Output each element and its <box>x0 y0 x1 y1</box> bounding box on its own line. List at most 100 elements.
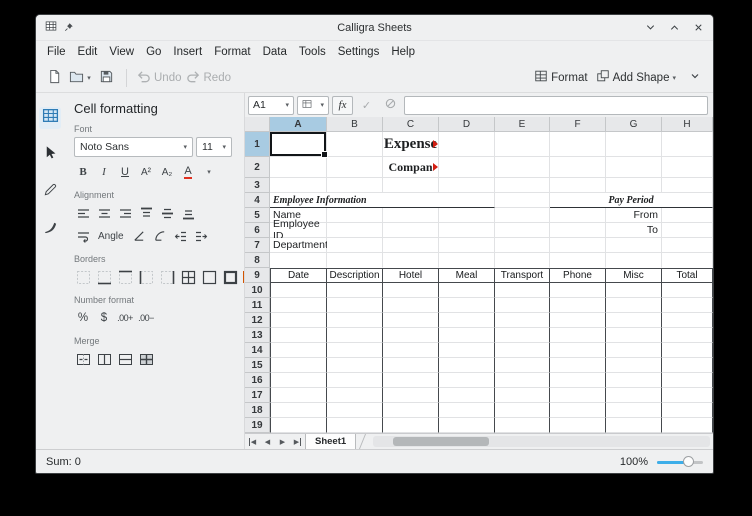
cell-D3[interactable] <box>439 178 495 193</box>
column-header-H[interactable]: H <box>662 117 713 132</box>
cell-C9[interactable]: Hotel <box>383 268 439 283</box>
cell-E4[interactable] <box>495 193 550 208</box>
cell-D17[interactable] <box>439 388 495 403</box>
unmerge-cells-button[interactable] <box>137 349 155 369</box>
menu-help[interactable]: Help <box>385 43 421 61</box>
cell-G17[interactable] <box>606 388 662 403</box>
cell-E17[interactable] <box>495 388 550 403</box>
cell-C18[interactable] <box>383 403 439 418</box>
cell-H1[interactable] <box>662 132 713 157</box>
menu-view[interactable]: View <box>103 43 140 61</box>
cell-A17[interactable] <box>270 388 327 403</box>
cell-B5[interactable] <box>327 208 383 223</box>
cell-C11[interactable] <box>383 298 439 313</box>
cell-F15[interactable] <box>550 358 606 373</box>
cell-B6[interactable] <box>327 223 383 238</box>
cell-D19[interactable] <box>439 418 495 433</box>
cell-H12[interactable] <box>662 313 713 328</box>
first-sheet-button[interactable]: ◀ <box>245 434 260 449</box>
cell-B3[interactable] <box>327 178 383 193</box>
cell-B8[interactable] <box>327 253 383 268</box>
row-header-3[interactable]: 3 <box>245 178 270 193</box>
row-header-9[interactable]: 9 <box>245 268 270 283</box>
cell-B18[interactable] <box>327 403 383 418</box>
cell-F7[interactable] <box>550 238 606 253</box>
merge-vertical-button[interactable] <box>116 349 134 369</box>
cell-F14[interactable] <box>550 343 606 358</box>
percent-format-button[interactable]: % <box>74 308 92 328</box>
cell-D11[interactable] <box>439 298 495 313</box>
cell-H6[interactable] <box>662 223 713 238</box>
cell-D18[interactable] <box>439 403 495 418</box>
cell-G19[interactable] <box>606 418 662 433</box>
cell-B7[interactable] <box>327 238 383 253</box>
merge-cells-button[interactable] <box>74 349 92 369</box>
cell-F12[interactable] <box>550 313 606 328</box>
cell-D9[interactable]: Meal <box>439 268 495 283</box>
align-top-button[interactable] <box>137 203 155 223</box>
merge-horizontal-button[interactable] <box>95 349 113 369</box>
previous-sheet-button[interactable]: ◀ <box>260 434 275 449</box>
cell-H2[interactable] <box>662 157 713 178</box>
cell-C2[interactable]: Compan <box>383 157 439 178</box>
row-header-18[interactable]: 18 <box>245 403 270 418</box>
cell-G3[interactable] <box>606 178 662 193</box>
open-document-button[interactable]: ▾ <box>69 66 91 90</box>
cell-E19[interactable] <box>495 418 550 433</box>
align-middle-button[interactable] <box>158 203 176 223</box>
cell-G5[interactable]: From <box>606 208 662 223</box>
pin-icon[interactable] <box>64 19 74 37</box>
cell-E3[interactable] <box>495 178 550 193</box>
italic-button[interactable]: I <box>95 162 113 182</box>
row-header-12[interactable]: 12 <box>245 313 270 328</box>
cell-A2[interactable] <box>270 157 327 178</box>
menu-go[interactable]: Go <box>140 43 167 61</box>
bold-button[interactable]: B <box>74 162 92 182</box>
cell-B17[interactable] <box>327 388 383 403</box>
cell-A6[interactable]: Employee ID <box>270 223 327 238</box>
selection-tool-button[interactable] <box>39 144 61 166</box>
cell-E6[interactable] <box>495 223 550 238</box>
cell-D6[interactable] <box>439 223 495 238</box>
cell-H11[interactable] <box>662 298 713 313</box>
cell-E2[interactable] <box>495 157 550 178</box>
cell-F6[interactable] <box>550 223 606 238</box>
border-thick-outline-button[interactable] <box>221 267 239 287</box>
cell-F4[interactable]: Pay Period <box>550 193 713 208</box>
cell-C17[interactable] <box>383 388 439 403</box>
column-header-D[interactable]: D <box>439 117 495 132</box>
cell-B16[interactable] <box>327 373 383 388</box>
cell-B13[interactable] <box>327 328 383 343</box>
cell-E12[interactable] <box>495 313 550 328</box>
cell-F11[interactable] <box>550 298 606 313</box>
cell-G1[interactable] <box>606 132 662 157</box>
cell-H8[interactable] <box>662 253 713 268</box>
next-sheet-button[interactable]: ▶ <box>275 434 290 449</box>
cell-E10[interactable] <box>495 283 550 298</box>
decrease-precision-button[interactable]: .00− <box>137 308 155 328</box>
menu-insert[interactable]: Insert <box>167 43 208 61</box>
cell-G7[interactable] <box>606 238 662 253</box>
new-document-button[interactable] <box>43 66 65 90</box>
named-ranges-select[interactable]: ▾ <box>297 96 329 115</box>
cell-F16[interactable] <box>550 373 606 388</box>
cell-D8[interactable] <box>439 253 495 268</box>
cell-E13[interactable] <box>495 328 550 343</box>
cell-F17[interactable] <box>550 388 606 403</box>
menu-format[interactable]: Format <box>208 43 256 61</box>
cell-F5[interactable] <box>550 208 606 223</box>
cell-B14[interactable] <box>327 343 383 358</box>
cell-tool-button[interactable] <box>39 107 61 129</box>
superscript-button[interactable]: A² <box>137 162 155 182</box>
cell-H19[interactable] <box>662 418 713 433</box>
row-header-4[interactable]: 4 <box>245 193 270 208</box>
cell-C14[interactable] <box>383 343 439 358</box>
zoom-slider[interactable] <box>657 455 703 469</box>
row-header-15[interactable]: 15 <box>245 358 270 373</box>
cell-A11[interactable] <box>270 298 327 313</box>
cell-H3[interactable] <box>662 178 713 193</box>
cell-E7[interactable] <box>495 238 550 253</box>
cell-G12[interactable] <box>606 313 662 328</box>
cell-C19[interactable] <box>383 418 439 433</box>
cell-B11[interactable] <box>327 298 383 313</box>
